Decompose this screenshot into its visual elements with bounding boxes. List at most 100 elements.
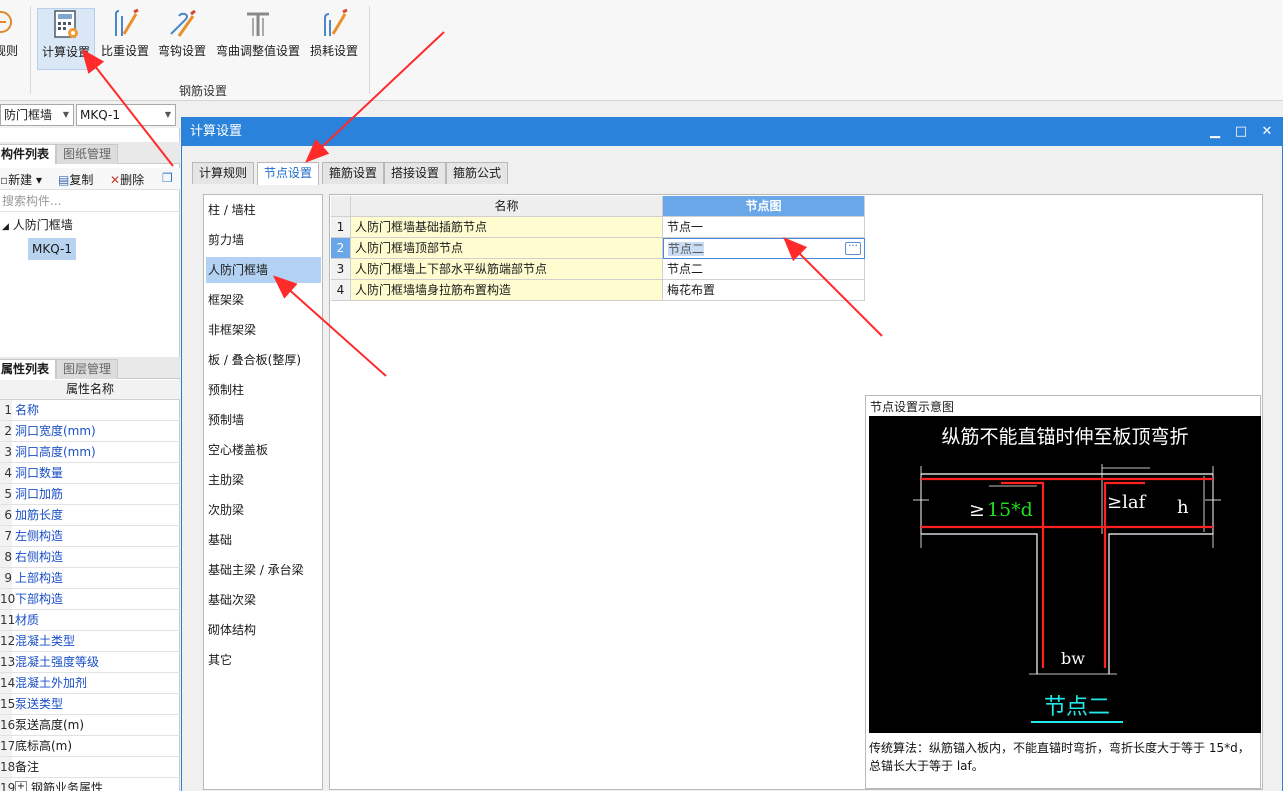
- tree-node-selected[interactable]: MKQ-1: [28, 238, 76, 260]
- tree-expand-icon[interactable]: ◢: [2, 222, 9, 232]
- category-item[interactable]: 砌体结构: [206, 617, 321, 643]
- grid-header-node[interactable]: 节点图: [663, 196, 865, 217]
- node-name-cell[interactable]: 人防门框墙基础插筋节点: [351, 217, 663, 238]
- new-file-icon: ▫: [0, 173, 9, 187]
- category-item[interactable]: 柱 / 墙柱: [206, 197, 321, 223]
- row-number: 4: [331, 280, 351, 301]
- ellipsis-button[interactable]: ···: [845, 242, 861, 255]
- tab-drawing-management[interactable]: 图纸管理: [56, 144, 119, 164]
- grid-corner: [331, 196, 351, 217]
- node-value-cell[interactable]: 节点二: [663, 259, 865, 280]
- tab-stirrup-formula[interactable]: 箍筋公式: [446, 162, 509, 184]
- dialog-body: 计算规则 节点设置 箍筋设置 搭接设置 箍筋公式 柱 / 墙柱 剪力墙人防门框墙框…: [182, 146, 1282, 791]
- partial-ribbon-button[interactable]: 规则: [0, 8, 22, 70]
- property-row[interactable]: 11 材质: [0, 610, 180, 631]
- row-number: 3: [331, 259, 351, 280]
- property-row-number: 14: [0, 673, 15, 693]
- node-name-cell[interactable]: 人防门框墙顶部节点: [351, 238, 663, 259]
- new-button[interactable]: ▫新建 ▾: [0, 171, 42, 188]
- property-row[interactable]: 8 右侧构造: [0, 547, 180, 568]
- category-item[interactable]: 基础: [206, 527, 321, 553]
- node-value-editor[interactable]: 节点二 ···: [663, 238, 865, 259]
- property-row[interactable]: 13 混凝土强度等级: [0, 652, 180, 673]
- component-toolbar: ▫新建 ▾ ▤复制 ✕删除 ❐: [0, 168, 180, 190]
- category-item[interactable]: 框架梁: [206, 287, 321, 313]
- component-type-select[interactable]: 防门框墙 ▼: [0, 104, 74, 126]
- density-settings-button[interactable]: 比重设置: [98, 8, 152, 70]
- property-row[interactable]: 9 上部构造: [0, 568, 180, 589]
- property-row-number: 10: [0, 589, 15, 609]
- tree-node-root[interactable]: ◢ 人防门框墙: [2, 216, 73, 233]
- property-row[interactable]: 1 名称: [0, 400, 180, 421]
- tab-node-settings[interactable]: 节点设置: [257, 162, 320, 185]
- property-row[interactable]: 2 洞口宽度(mm): [0, 421, 180, 442]
- property-row[interactable]: 5 洞口加筋: [0, 484, 180, 505]
- expand-icon[interactable]: +: [15, 781, 27, 791]
- copy-button[interactable]: ▤复制: [58, 171, 93, 188]
- property-name: 泵送类型: [15, 697, 64, 711]
- property-row[interactable]: 7 左侧构造: [0, 526, 180, 547]
- minimize-button[interactable]: ▁: [1202, 118, 1228, 146]
- category-item[interactable]: 空心楼盖板: [206, 437, 321, 463]
- property-row[interactable]: 16 泵送高度(m): [0, 715, 180, 736]
- delete-button[interactable]: ✕删除: [110, 171, 144, 188]
- property-name: 钢筋业务属性: [31, 781, 104, 791]
- property-row[interactable]: 14 混凝土外加剂: [0, 673, 180, 694]
- property-name: 左侧构造: [15, 529, 64, 543]
- category-item[interactable]: 板 / 叠合板(整厚): [206, 347, 321, 373]
- category-item[interactable]: 其它: [206, 647, 321, 673]
- property-row[interactable]: 19 钢筋业务属性 +: [0, 778, 180, 791]
- tab-property-list[interactable]: 属性列表: [0, 359, 57, 379]
- property-row[interactable]: 10 下部构造: [0, 589, 180, 610]
- layer-copy-button[interactable]: ❐: [162, 171, 173, 185]
- category-item[interactable]: 人防门框墙: [206, 257, 321, 283]
- category-item[interactable]: 次肋梁: [206, 497, 321, 523]
- label-ge-15d: ≥: [969, 499, 985, 521]
- tab-stirrup-settings[interactable]: 箍筋设置: [322, 162, 385, 184]
- ribbon-separator: [369, 6, 370, 94]
- tab-lap-settings[interactable]: 搭接设置: [384, 162, 447, 184]
- property-row-number: 6: [0, 505, 12, 525]
- node-value-text[interactable]: 节点二: [668, 242, 705, 256]
- property-row[interactable]: 6 加筋长度: [0, 505, 180, 526]
- maximize-button[interactable]: □: [1228, 118, 1254, 146]
- component-panel-tabs: 构件列表 图纸管理: [0, 142, 180, 164]
- category-item[interactable]: 基础次梁: [206, 587, 321, 613]
- hook-settings-icon: [170, 9, 196, 37]
- property-row[interactable]: 18 备注: [0, 757, 180, 778]
- property-row[interactable]: 3 洞口高度(mm): [0, 442, 180, 463]
- calc-settings-button[interactable]: 计算设置: [37, 8, 95, 70]
- component-select[interactable]: MKQ-1 ▼: [76, 104, 176, 126]
- hook-settings-button[interactable]: 弯钩设置: [155, 8, 209, 70]
- node-name-cell[interactable]: 人防门框墙上下部水平纵筋端部节点: [351, 259, 663, 280]
- category-item[interactable]: 预制柱: [206, 377, 321, 403]
- bend-adjust-button[interactable]: 弯曲调整值设置: [213, 8, 303, 70]
- diagram-heading: 纵筋不能直锚时伸至板顶弯折: [941, 426, 1188, 448]
- property-row[interactable]: 4 洞口数量: [0, 463, 180, 484]
- tab-component-list[interactable]: 构件列表: [0, 144, 57, 164]
- category-item[interactable]: 剪力墙: [206, 227, 321, 253]
- property-row[interactable]: 17 底标高(m): [0, 736, 180, 757]
- property-row[interactable]: 12 混凝土类型: [0, 631, 180, 652]
- diagram-caption: 节点二: [1044, 695, 1110, 720]
- tab-layer-management[interactable]: 图层管理: [56, 359, 119, 379]
- node-value-cell[interactable]: 节点一: [663, 217, 865, 238]
- diagram-title: 节点设置示意图: [870, 400, 955, 414]
- property-row-number: 3: [0, 442, 12, 462]
- category-item[interactable]: 主肋梁: [206, 467, 321, 493]
- property-name: 备注: [15, 760, 40, 774]
- property-row-number: 7: [0, 526, 12, 546]
- node-value-cell[interactable]: 梅花布置: [663, 280, 865, 301]
- category-item[interactable]: 预制墙: [206, 407, 321, 433]
- close-button[interactable]: ✕: [1254, 118, 1280, 146]
- category-item[interactable]: 基础主梁 / 承台梁: [206, 557, 321, 583]
- category-item[interactable]: 非框架梁: [206, 317, 321, 343]
- tab-calc-rules[interactable]: 计算规则: [192, 162, 255, 184]
- loss-settings-button[interactable]: 损耗设置: [306, 8, 362, 70]
- node-settings-content: 名称 节点图 1 人防门框墙基础插筋节点 节点一 2 人防门框墙顶部节点 节点二…: [329, 194, 1263, 790]
- grid-header-name: 名称: [351, 196, 663, 217]
- component-search-input[interactable]: 搜索构件...: [0, 192, 180, 212]
- property-row-number: 18: [0, 757, 15, 777]
- property-row[interactable]: 15 泵送类型: [0, 694, 180, 715]
- node-name-cell[interactable]: 人防门框墙墙身拉筋布置构造: [351, 280, 663, 301]
